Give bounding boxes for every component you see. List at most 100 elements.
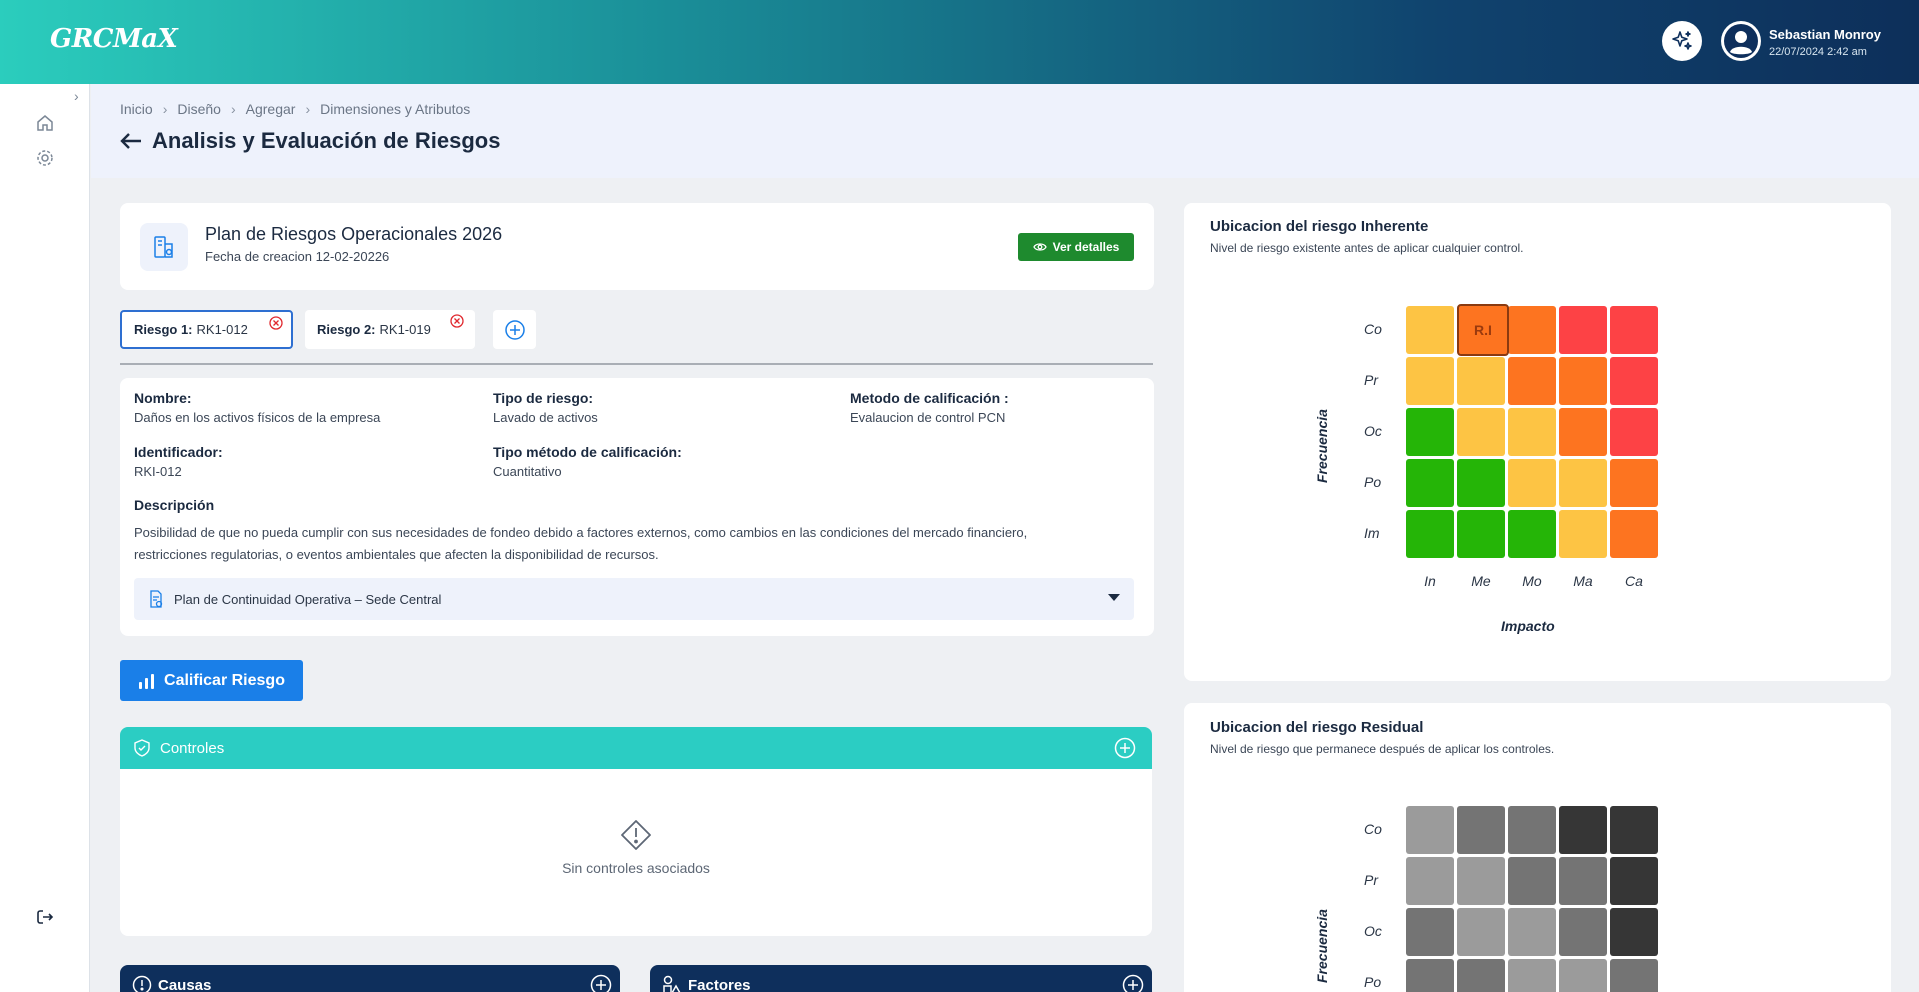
heatmap-cell[interactable] — [1508, 306, 1556, 354]
plan-title: Plan de Riesgos Operacionales 2026 — [205, 224, 503, 244]
heatmap-cell[interactable] — [1559, 857, 1607, 905]
residual-risk-card: Ubicacion del riesgo Residual Nivel de r… — [1184, 703, 1891, 992]
home-icon[interactable] — [34, 112, 56, 134]
close-tab-icon[interactable] — [450, 314, 464, 328]
heatmap-column-label: Ma — [1573, 573, 1593, 589]
document-check-icon — [150, 590, 163, 608]
heatmap-cell[interactable] — [1457, 510, 1505, 558]
breadcrumb-item[interactable]: Diseño — [177, 101, 221, 117]
heatmap-cell[interactable] — [1508, 959, 1556, 992]
add-causa-plus-icon[interactable] — [590, 974, 612, 992]
descripcion-label: Descripción — [134, 497, 215, 513]
heatmap-cell[interactable] — [1559, 806, 1607, 854]
tab-risk-2[interactable]: Riesgo 2: RK1-019 — [305, 310, 475, 349]
nombre-label: Nombre: — [134, 390, 192, 406]
heatmap-cell[interactable] — [1406, 806, 1454, 854]
calificar-riesgo-button[interactable]: Calificar Riesgo — [120, 660, 303, 701]
heatmap-cell[interactable] — [1457, 959, 1505, 992]
plan-select-value: Plan de Continuidad Operativa – Sede Cen… — [174, 591, 442, 607]
causas-header: Causas — [120, 965, 620, 992]
heatmap-cell[interactable] — [1508, 459, 1556, 507]
heatmap-cell[interactable] — [1610, 857, 1658, 905]
heatmap-row-label: Im — [1364, 525, 1380, 541]
heatmap-cell[interactable] — [1559, 408, 1607, 456]
logout-icon[interactable] — [34, 906, 56, 928]
heatmap-cell[interactable] — [1457, 908, 1505, 956]
sidebar-expand-chevron-icon[interactable]: › — [74, 88, 79, 104]
y-axis-label: Frecuencia — [1314, 409, 1330, 483]
causas-title: Causas — [158, 976, 212, 992]
app-logo[interactable]: GRCMaX — [50, 24, 178, 54]
heatmap-cell[interactable] — [1610, 357, 1658, 405]
shapes-icon — [663, 975, 681, 992]
heatmap-cell[interactable] — [1508, 357, 1556, 405]
tipo-riesgo-label: Tipo de riesgo: — [493, 390, 594, 406]
heatmap-cell[interactable] — [1610, 959, 1658, 992]
heatmap-cell[interactable] — [1610, 908, 1658, 956]
heatmap-cell[interactable] — [1610, 806, 1658, 854]
heatmap-column-label: Ca — [1625, 573, 1643, 589]
heatmap-cell[interactable] — [1406, 908, 1454, 956]
inherent-risk-title: Ubicacion del riesgo Inherente — [1210, 218, 1429, 235]
heatmap-cell[interactable] — [1610, 510, 1658, 558]
risk-marker[interactable]: R.I — [1457, 304, 1509, 356]
heatmap-cell[interactable] — [1406, 459, 1454, 507]
chevron-down-icon — [1108, 594, 1120, 601]
empty-state: Sin controles asociados — [120, 819, 1152, 876]
heatmap-row-label: Po — [1364, 974, 1382, 990]
page-title-text: Analisis y Evaluación de Riesgos — [152, 128, 501, 153]
factores-title: Factores — [688, 976, 751, 992]
tabs-divider — [120, 363, 1153, 365]
add-control-plus-icon[interactable] — [1114, 737, 1136, 759]
heatmap-cell[interactable] — [1406, 857, 1454, 905]
breadcrumb-item[interactable]: Agregar — [246, 101, 296, 117]
eye-icon — [1032, 243, 1047, 251]
heatmap-cell[interactable] — [1406, 306, 1454, 354]
heatmap-cell[interactable] — [1457, 459, 1505, 507]
heatmap-cell[interactable] — [1406, 959, 1454, 992]
heatmap-cell[interactable] — [1508, 908, 1556, 956]
heatmap-cell[interactable] — [1508, 857, 1556, 905]
heatmap-cell[interactable] — [1559, 510, 1607, 558]
controles-title: Controles — [160, 739, 225, 757]
tipo-metodo-label: Tipo método de calificación: — [493, 444, 682, 460]
add-factor-plus-icon[interactable] — [1122, 974, 1144, 992]
warning-diamond-icon — [621, 820, 651, 850]
view-details-button[interactable]: Ver detalles — [1018, 233, 1134, 261]
view-details-label: Ver detalles — [1052, 240, 1120, 254]
heatmap-cell[interactable] — [1508, 408, 1556, 456]
identificador-label: Identificador: — [134, 444, 223, 460]
tab-risk-label: Riesgo 1: — [134, 322, 193, 337]
heatmap-cell[interactable] — [1457, 408, 1505, 456]
heatmap-cell[interactable] — [1508, 806, 1556, 854]
heatmap-cell[interactable] — [1457, 857, 1505, 905]
heatmap-cell[interactable] — [1406, 510, 1454, 558]
heatmap-cell[interactable] — [1559, 459, 1607, 507]
x-axis-label: Impacto — [1501, 618, 1555, 634]
breadcrumb-item[interactable]: Dimensiones y Atributos — [320, 101, 470, 117]
ai-assistant-button[interactable] — [1662, 21, 1702, 61]
heatmap-cell[interactable] — [1559, 306, 1607, 354]
heatmap-cell[interactable] — [1508, 510, 1556, 558]
heatmap-cell[interactable] — [1457, 357, 1505, 405]
close-tab-icon[interactable] — [269, 316, 283, 330]
back-arrow-icon[interactable] — [120, 132, 142, 150]
heatmap-column-label: In — [1424, 573, 1436, 589]
plan-continuidad-select[interactable]: Plan de Continuidad Operativa – Sede Cen… — [134, 578, 1134, 620]
breadcrumb-item[interactable]: Inicio — [120, 101, 153, 117]
user-avatar[interactable] — [1721, 21, 1761, 61]
heatmap-cell[interactable] — [1559, 908, 1607, 956]
heatmap-cell[interactable] — [1559, 357, 1607, 405]
heatmap-cell[interactable] — [1610, 306, 1658, 354]
heatmap-cell[interactable] — [1610, 459, 1658, 507]
settings-gear-icon[interactable] — [34, 147, 56, 169]
tab-risk-label: Riesgo 2: — [317, 322, 376, 337]
add-risk-tab-button[interactable] — [493, 310, 536, 349]
heatmap-cell[interactable] — [1457, 806, 1505, 854]
tab-risk-1[interactable]: Riesgo 1: RK1-012 — [120, 310, 293, 349]
heatmap-cell[interactable] — [1406, 357, 1454, 405]
heatmap-cell[interactable] — [1406, 408, 1454, 456]
heatmap-cell[interactable] — [1610, 408, 1658, 456]
heatmap-cell[interactable] — [1559, 959, 1607, 992]
identificador-value: RKI-012 — [134, 464, 182, 479]
